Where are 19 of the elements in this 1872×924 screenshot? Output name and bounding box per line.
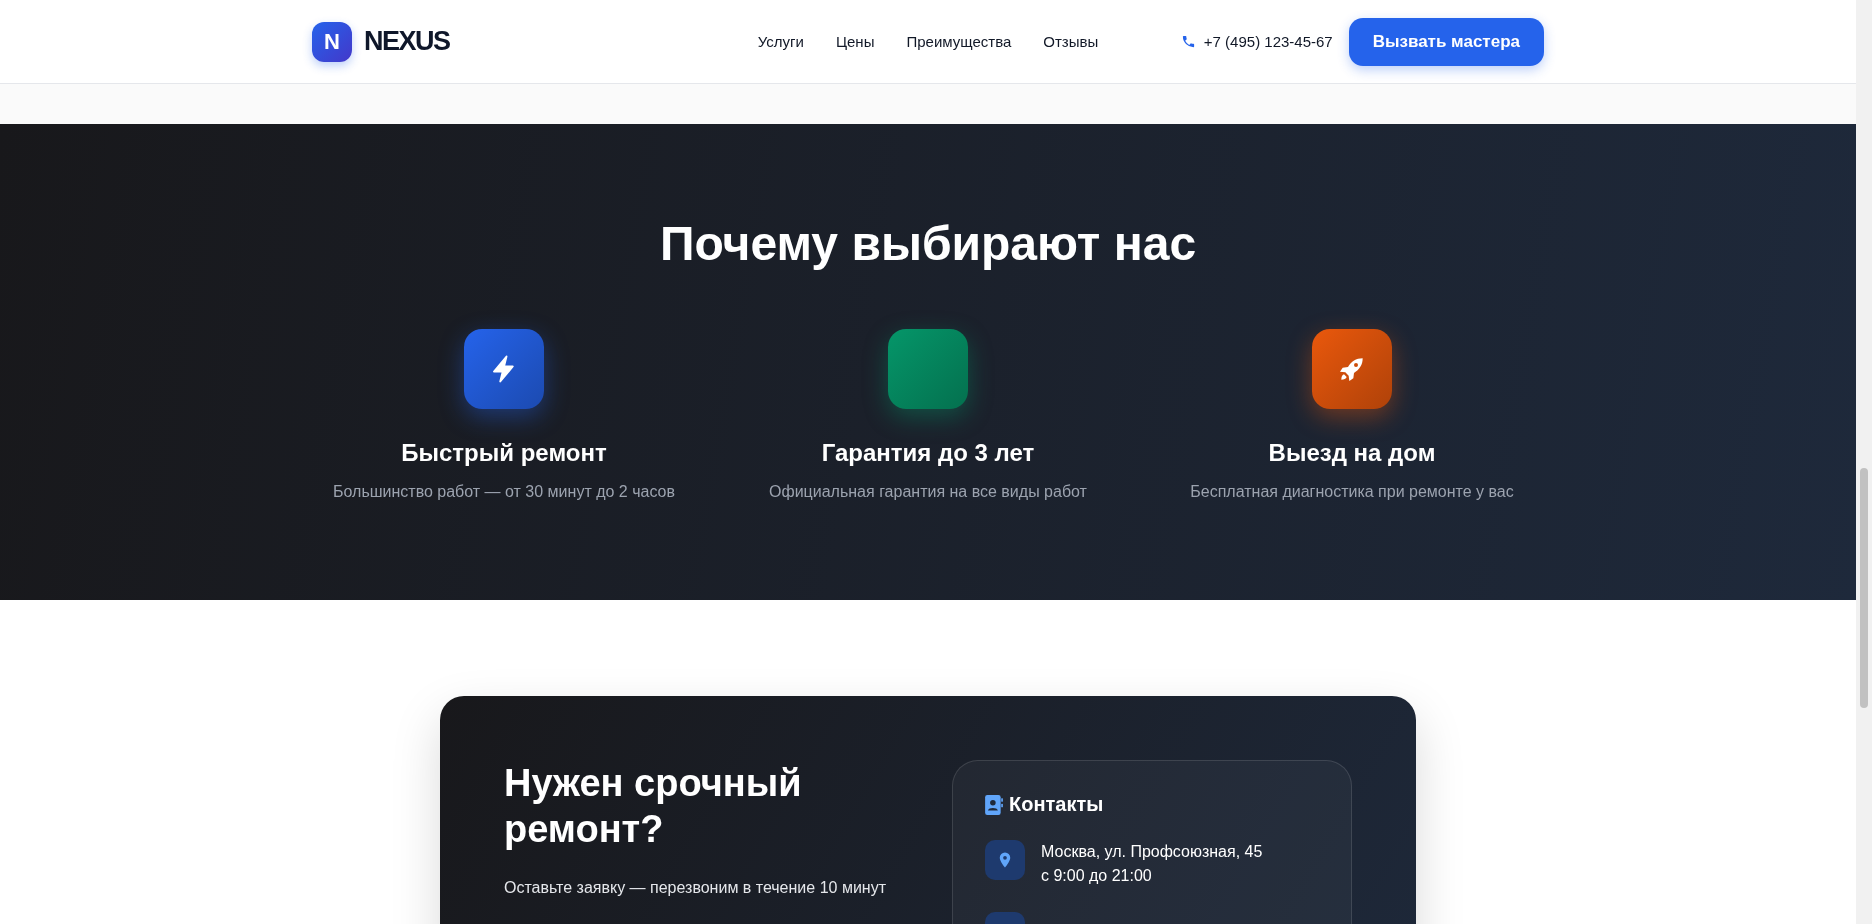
nav-link[interactable]: Услуги bbox=[757, 33, 804, 50]
logo-text[interactable]: NEXUS bbox=[364, 26, 450, 57]
section-title: Почему выбирают нас bbox=[658, 216, 1198, 271]
nav-link[interactable]: Отзывы bbox=[1043, 33, 1099, 50]
cta-text: Оставьте заявку — перезвоним в течение 10 минут bbox=[504, 878, 887, 898]
feature-title: Гарантия до 3 лет bbox=[821, 439, 1035, 467]
contact-text: Москва, ул. Профсоюзная, 45 с 9:00 до 21:00 bbox=[1041, 842, 1263, 886]
nav-link[interactable]: Цены bbox=[835, 33, 875, 50]
feature-description: Большинство работ — от 30 минут до 2 часов bbox=[333, 483, 675, 501]
feature-description: Официальная гарантия на все виды работ bbox=[769, 483, 1087, 501]
phone-link[interactable]: +7 (495) 123-45-67 bbox=[1203, 33, 1333, 50]
logo-mark[interactable]: N bbox=[312, 21, 352, 62]
feature-description: Бесплатная диагностика при ремонте у вас bbox=[1190, 483, 1514, 501]
nav-link[interactable]: Преимущества bbox=[906, 33, 1012, 50]
call-master-button[interactable]: Вызвать мастера bbox=[1348, 17, 1544, 66]
contacts-title: Контакты bbox=[1009, 793, 1104, 816]
feature-title: Выезд на дом bbox=[1268, 439, 1436, 467]
feature-title: Быстрый ремонт bbox=[401, 439, 607, 467]
cta-title: Нужен срочный ремонт? bbox=[504, 761, 803, 852]
